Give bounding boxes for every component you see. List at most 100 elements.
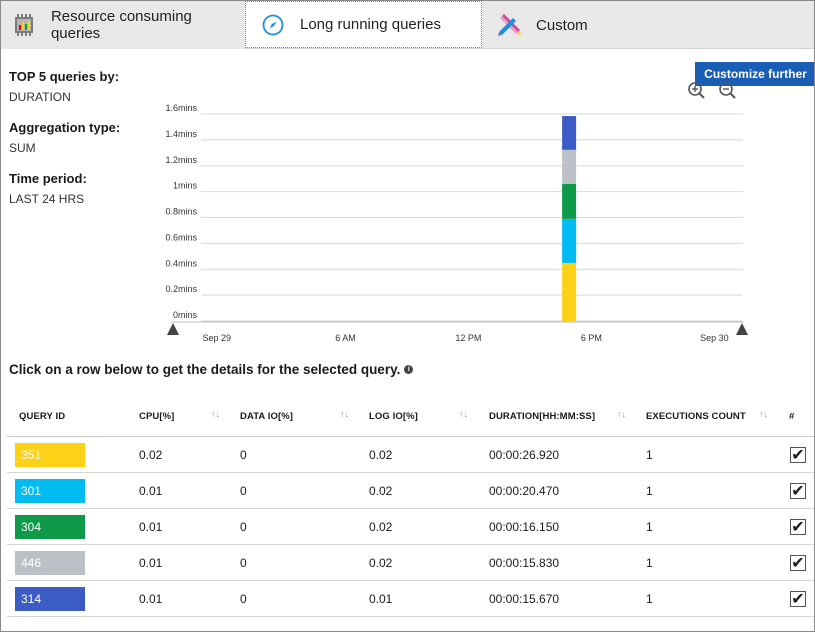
aggregation-type-label: Aggregation type: bbox=[9, 120, 121, 135]
y-tick-label: 1.4mins bbox=[165, 129, 197, 139]
table-row[interactable]: 351 0.02 0 0.02 00:00:26.920 1 ✔ bbox=[7, 437, 814, 473]
query-settings-summary: TOP 5 queries by: DURATION Aggregation t… bbox=[9, 69, 149, 222]
bar-segment-301 bbox=[562, 218, 577, 263]
table-row[interactable]: 301 0.01 0 0.02 00:00:20.470 1 ✔ bbox=[7, 473, 814, 509]
duration-cell: 00:00:20.470 bbox=[489, 484, 560, 498]
log-io-cell: 0.02 bbox=[369, 556, 393, 570]
row-checkbox[interactable]: ✔ bbox=[790, 519, 806, 536]
cpu-cell: 0.01 bbox=[139, 592, 163, 606]
checkmark-icon: ✔ bbox=[791, 519, 805, 536]
x-tick-label: 6 PM bbox=[581, 333, 602, 343]
cpu-cell: 0.02 bbox=[139, 448, 163, 462]
query-performance-panel: Resource consuming queries Long running … bbox=[0, 0, 815, 632]
header-select: # bbox=[789, 411, 795, 422]
checkmark-icon: ✔ bbox=[791, 483, 805, 500]
data-io-cell: 0 bbox=[240, 448, 247, 462]
y-tick-label: 0.6mins bbox=[165, 232, 197, 242]
aggregation-type-value: SUM bbox=[9, 141, 36, 155]
bar-segment-351 bbox=[562, 262, 577, 321]
executions-cell: 1 bbox=[646, 592, 653, 606]
query-id-swatch: 446 bbox=[15, 551, 85, 575]
duration-cell: 00:00:15.670 bbox=[489, 592, 560, 606]
query-id-swatch: 351 bbox=[15, 443, 85, 467]
query-id-swatch: 301 bbox=[15, 479, 85, 503]
row-checkbox[interactable]: ✔ bbox=[790, 483, 806, 500]
duration-cell: 00:00:15.830 bbox=[489, 556, 560, 570]
duration-cell: 00:00:16.150 bbox=[489, 520, 560, 534]
log-io-cell: 0.01 bbox=[369, 592, 393, 606]
tab-bar: Resource consuming queries Long running … bbox=[1, 1, 814, 49]
cpu-cell: 0.01 bbox=[139, 556, 163, 570]
log-io-cell: 0.02 bbox=[369, 448, 393, 462]
header-duration[interactable]: DURATION[HH:MM:SS] bbox=[489, 411, 595, 422]
customize-further-button[interactable]: Customize further bbox=[695, 62, 814, 86]
data-io-cell: 0 bbox=[240, 592, 247, 606]
bar-segment-314 bbox=[562, 116, 577, 150]
data-io-cell: 0 bbox=[240, 520, 247, 534]
header-data-io[interactable]: DATA IO[%] bbox=[240, 411, 293, 422]
row-checkbox[interactable]: ✔ bbox=[790, 555, 806, 572]
top-queries-label: TOP 5 queries by: bbox=[9, 69, 120, 84]
checkmark-icon: ✔ bbox=[791, 447, 805, 464]
time-period-label: Time period: bbox=[9, 171, 87, 186]
sort-icon[interactable]: ↑↓ bbox=[617, 409, 626, 419]
tab-label: Long running queries bbox=[300, 16, 441, 33]
executions-cell: 1 bbox=[646, 520, 653, 534]
tab-label: Resource consuming queries bbox=[50, 8, 192, 42]
sort-icon[interactable]: ↑↓ bbox=[459, 409, 468, 419]
executions-cell: 1 bbox=[646, 448, 653, 462]
bar-segment-446 bbox=[562, 149, 577, 184]
y-tick-label: 1mins bbox=[173, 181, 198, 191]
executions-cell: 1 bbox=[646, 556, 653, 570]
log-io-cell: 0.02 bbox=[369, 484, 393, 498]
compass-icon bbox=[260, 12, 286, 38]
chip-icon bbox=[11, 12, 37, 38]
x-tick-label: Sep 29 bbox=[202, 333, 231, 343]
data-io-cell: 0 bbox=[240, 484, 247, 498]
tab-custom[interactable]: Custom bbox=[482, 1, 682, 49]
tab-resource-consuming[interactable]: Resource consuming queries bbox=[1, 1, 245, 49]
cpu-cell: 0.01 bbox=[139, 520, 163, 534]
x-tick-label: Sep 30 bbox=[700, 333, 729, 343]
bar-segment-304 bbox=[562, 183, 577, 219]
table-row[interactable]: 446 0.01 0 0.02 00:00:15.830 1 ✔ bbox=[7, 545, 814, 581]
tab-long-running[interactable]: Long running queries bbox=[245, 1, 482, 48]
info-icon[interactable]: i bbox=[404, 365, 414, 374]
y-tick-label: 0.4mins bbox=[165, 258, 197, 268]
row-checkbox[interactable]: ✔ bbox=[790, 447, 806, 464]
data-io-cell: 0 bbox=[240, 556, 247, 570]
tools-icon bbox=[496, 12, 522, 38]
table-body: 351 0.02 0 0.02 00:00:26.920 1 ✔ 301 0.0… bbox=[7, 437, 814, 617]
header-executions-count[interactable]: EXECUTIONS COUNT bbox=[646, 411, 746, 422]
header-query-id[interactable]: QUERY ID bbox=[19, 411, 65, 422]
table-header: QUERY ID CPU[%] ↑↓ DATA IO[%] ↑↓ LOG IO[… bbox=[7, 399, 814, 437]
header-cpu[interactable]: CPU[%] bbox=[139, 411, 174, 422]
query-id-swatch: 304 bbox=[15, 515, 85, 539]
sort-icon[interactable]: ↑↓ bbox=[759, 409, 768, 419]
y-tick-label: 0.8mins bbox=[165, 207, 197, 217]
duration-cell: 00:00:26.920 bbox=[489, 448, 560, 462]
query-id-swatch: 314 bbox=[15, 587, 85, 611]
table-row[interactable]: 314 0.01 0 0.01 00:00:15.670 1 ✔ bbox=[7, 581, 814, 617]
table-row[interactable]: 304 0.01 0 0.02 00:00:16.150 1 ✔ bbox=[7, 509, 814, 545]
executions-cell: 1 bbox=[646, 484, 653, 498]
y-tick-label: 0mins bbox=[173, 310, 198, 320]
range-start-handle bbox=[167, 323, 179, 335]
time-period-value: LAST 24 HRS bbox=[9, 192, 85, 206]
x-tick-label: 6 AM bbox=[335, 333, 356, 343]
y-tick-label: 1.6mins bbox=[165, 103, 197, 113]
table-hint-text: Click on a row below to get the details … bbox=[9, 362, 401, 377]
checkmark-icon: ✔ bbox=[791, 591, 805, 608]
table-hint: Click on a row below to get the details … bbox=[9, 362, 414, 377]
y-tick-label: 1.2mins bbox=[165, 155, 197, 165]
header-log-io[interactable]: LOG IO[%] bbox=[369, 411, 418, 422]
sort-icon[interactable]: ↑↓ bbox=[340, 409, 349, 419]
cpu-cell: 0.01 bbox=[139, 484, 163, 498]
row-checkbox[interactable]: ✔ bbox=[790, 591, 806, 608]
top-queries-value: DURATION bbox=[9, 90, 71, 104]
log-io-cell: 0.02 bbox=[369, 520, 393, 534]
y-tick-label: 0.2mins bbox=[165, 284, 197, 294]
queries-table: QUERY ID CPU[%] ↑↓ DATA IO[%] ↑↓ LOG IO[… bbox=[7, 399, 814, 617]
x-tick-label: 12 PM bbox=[455, 333, 481, 343]
sort-icon[interactable]: ↑↓ bbox=[211, 409, 220, 419]
